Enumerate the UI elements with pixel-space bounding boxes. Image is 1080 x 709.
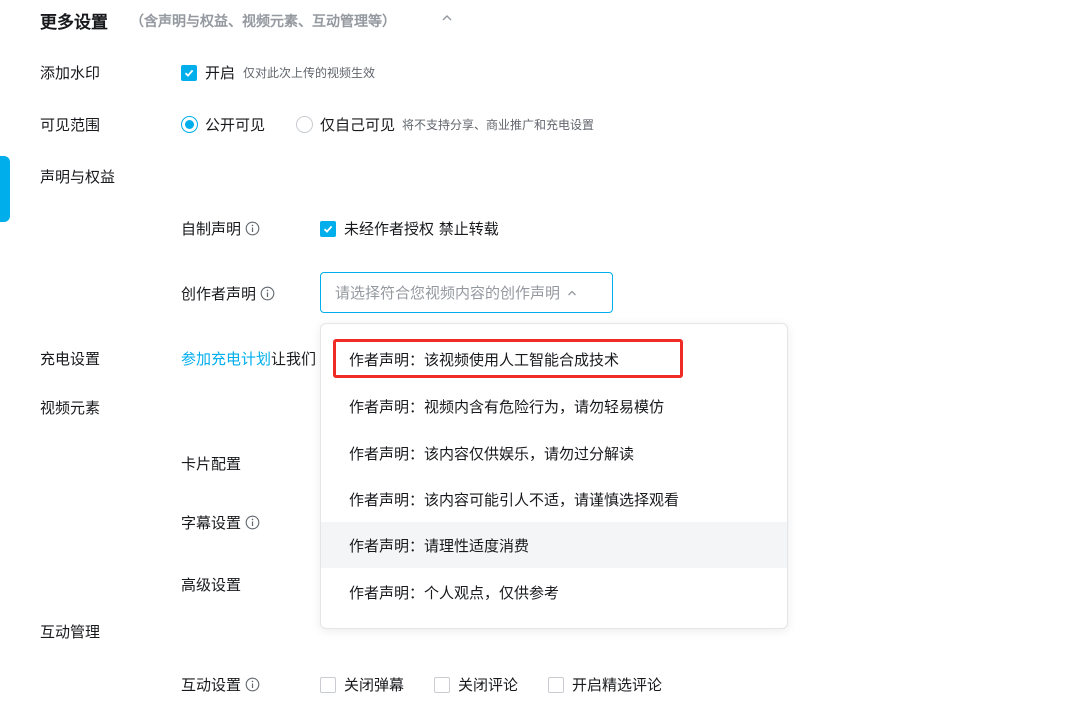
visibility-label: 可见范围 <box>40 116 101 134</box>
close-comments-checkbox[interactable] <box>434 676 450 693</box>
charging-content: 参加充电计划 让我们 <box>181 348 316 369</box>
left-edge-tab[interactable] <box>0 156 10 222</box>
featured-comments-label: 开启精选评论 <box>572 676 663 694</box>
section-subtitle: （含声明与权益、视频元素、互动管理等） <box>130 14 396 30</box>
interaction-label: 互动管理 <box>40 623 101 641</box>
visibility-private-option[interactable]: 仅自己可见 将不支持分享、商业推广和充电设置 <box>296 114 594 135</box>
subtitle-label-group: 字幕设置 <box>181 512 260 533</box>
watermark-option-label: 开启 <box>205 64 236 82</box>
close-danmaku-checkbox[interactable] <box>320 676 336 693</box>
advanced-settings-label: 高级设置 <box>181 576 242 594</box>
subtitle-settings-label: 字幕设置 <box>181 514 242 532</box>
watermark-label: 添加水印 <box>40 64 101 82</box>
visibility-private-label: 仅自己可见 <box>320 116 396 134</box>
charging-label: 充电设置 <box>40 350 101 368</box>
close-danmaku-option[interactable]: 关闭弹幕 <box>320 674 404 695</box>
self-made-label-group: 自制声明 <box>181 218 260 239</box>
dropdown-option[interactable]: 作者声明：该内容仅供娱乐，请勿过分解读 <box>321 430 787 476</box>
charging-plan-link[interactable]: 参加充电计划 <box>181 348 271 369</box>
chevron-up-icon[interactable] <box>440 10 454 24</box>
check-icon <box>323 225 333 233</box>
dropdown-option[interactable]: 作者声明：该内容可能引人不适，请谨慎选择观看 <box>321 476 787 522</box>
close-danmaku-label: 关闭弹幕 <box>344 676 405 694</box>
watermark-option[interactable]: 开启 仅对此次上传的视频生效 <box>181 62 375 83</box>
declaration-label: 声明与权益 <box>40 168 116 186</box>
section-title: 更多设置 <box>40 13 108 33</box>
check-icon <box>184 69 194 77</box>
info-icon[interactable] <box>245 677 260 692</box>
interaction-settings-label: 互动设置 <box>181 676 242 694</box>
close-comments-label: 关闭评论 <box>458 676 519 694</box>
info-icon[interactable] <box>245 221 260 236</box>
featured-comments-option[interactable]: 开启精选评论 <box>548 674 662 695</box>
watermark-hint: 仅对此次上传的视频生效 <box>243 66 376 80</box>
interaction-settings-label-group: 互动设置 <box>181 674 260 695</box>
featured-comments-checkbox[interactable] <box>548 676 564 693</box>
dropdown-option[interactable]: 作者声明：视频内含有危险行为，请勿轻易模仿 <box>321 383 787 429</box>
card-config-label: 卡片配置 <box>181 455 242 473</box>
radio-private[interactable] <box>296 116 313 133</box>
info-icon[interactable] <box>245 515 260 530</box>
close-comments-option[interactable]: 关闭评论 <box>434 674 518 695</box>
visibility-hint: 将不支持分享、商业推广和充电设置 <box>402 118 595 132</box>
video-elements-label: 视频元素 <box>40 399 101 417</box>
dropdown-option[interactable]: 作者声明：个人观点，仅供参考 <box>321 569 787 615</box>
watermark-checkbox[interactable] <box>181 64 197 81</box>
self-made-option[interactable]: 未经作者授权 禁止转载 <box>320 218 499 239</box>
visibility-public-label: 公开可见 <box>205 116 266 134</box>
select-placeholder: 请选择符合您视频内容的创作声明 <box>335 284 561 302</box>
radio-public[interactable] <box>181 116 198 133</box>
highlight-box <box>333 339 683 378</box>
self-made-option-label: 未经作者授权 禁止转载 <box>344 220 499 238</box>
self-made-checkbox[interactable] <box>320 220 336 237</box>
chevron-up-icon <box>568 290 576 295</box>
visibility-public-option[interactable]: 公开可见 <box>181 114 265 135</box>
self-made-label: 自制声明 <box>181 220 242 238</box>
creator-declaration-select[interactable]: 请选择符合您视频内容的创作声明 <box>320 272 613 313</box>
dropdown-option-hovered[interactable]: 作者声明：请理性适度消费 <box>321 522 787 568</box>
creator-declaration-label: 创作者声明 <box>181 285 257 303</box>
info-icon[interactable] <box>260 286 275 301</box>
charging-text: 让我们 <box>271 350 317 368</box>
creator-label-group: 创作者声明 <box>181 283 275 304</box>
